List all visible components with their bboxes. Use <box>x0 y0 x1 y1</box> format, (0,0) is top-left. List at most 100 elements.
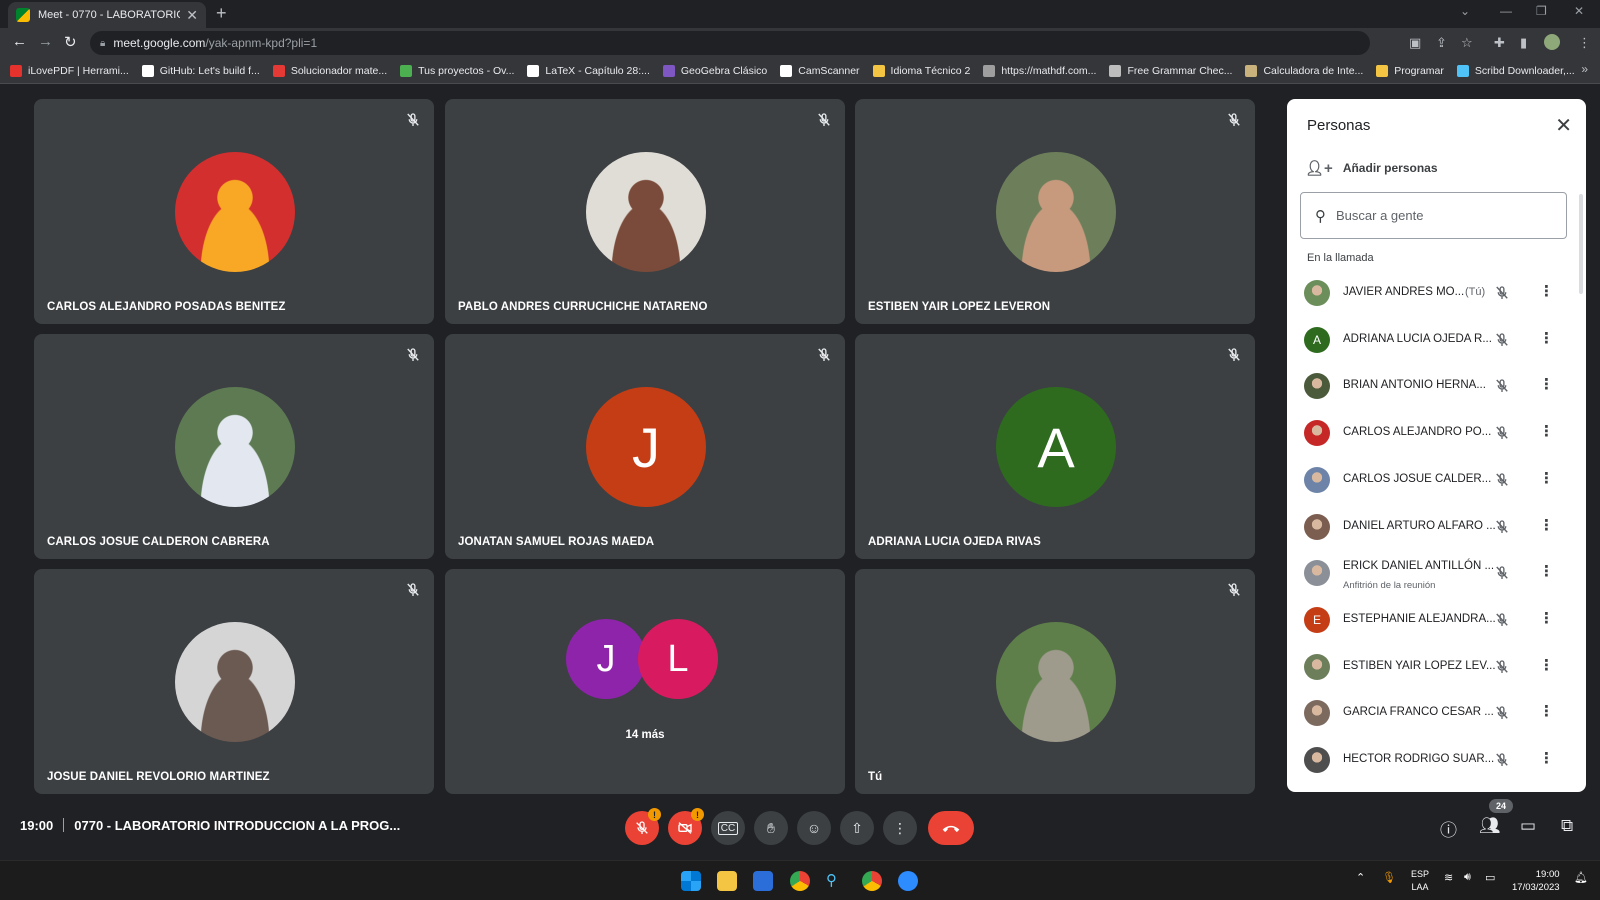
present-button[interactable]: ⇧ <box>840 811 874 845</box>
participant-options-icon[interactable]: ⋮ <box>1539 609 1554 627</box>
participant-tile[interactable]: Tú <box>855 569 1255 794</box>
chevron-down-icon[interactable]: ⌄ <box>1460 4 1470 18</box>
participant-mute-status[interactable] <box>1493 704 1511 722</box>
search-people-input[interactable]: ⚲ Buscar a gente <box>1300 192 1567 239</box>
activities-icon[interactable]: ⧉ <box>1561 816 1573 836</box>
raise-hand-button[interactable]: ✋︎ <box>754 811 788 845</box>
participant-tile[interactable]: CARLOS JOSUE CALDERON CABRERA <box>34 334 434 559</box>
participant-options-icon[interactable]: ⋮ <box>1539 375 1554 393</box>
participant-tile[interactable]: PABLO ANDRES CURRUCHICHE NATARENO <box>445 99 845 324</box>
bookmark-item[interactable]: GitHub: Let's build f... <box>141 64 260 77</box>
bookmark-item[interactable]: Tus proyectos - Ov... <box>400 64 514 77</box>
bookmarks-overflow-icon[interactable]: » <box>1581 62 1588 76</box>
bookmark-item[interactable]: Free Grammar Chec... <box>1109 64 1232 77</box>
overflow-participants-tile[interactable]: J L 14 más <box>445 569 845 794</box>
bookmark-item[interactable]: LaTeX - Capítulo 28:... <box>527 64 650 77</box>
bookmark-item[interactable]: https://mathdf.com... <box>983 64 1096 77</box>
camera-blocked-icon[interactable]: ▣ <box>1409 35 1421 51</box>
participant-options-icon[interactable]: ⋮ <box>1539 749 1554 767</box>
address-bar[interactable]: 🔒︎ meet.google.com/yak-apnm-kpd?pli=1 <box>90 31 1370 55</box>
back-icon[interactable]: ← <box>12 33 27 50</box>
side-panel-icon[interactable]: ▮ <box>1520 35 1527 51</box>
participant-mute-status[interactable] <box>1493 471 1511 489</box>
participant-tile[interactable]: ESTIBEN YAIR LOPEZ LEVERON <box>855 99 1255 324</box>
battery-icon[interactable]: ▭ <box>1485 871 1495 884</box>
input-language[interactable]: ESP LAA <box>1411 868 1429 894</box>
participant-row[interactable]: BRIAN ANTONIO HERNA... ⋮ <box>1287 364 1577 410</box>
participant-row[interactable]: JAVIER ANDRES MO... (Tú) ⋮ <box>1287 271 1577 317</box>
minimize-icon[interactable]: — <box>1500 4 1512 18</box>
participant-mute-status[interactable] <box>1493 284 1511 302</box>
new-tab-icon[interactable]: + <box>216 3 227 24</box>
chrome-icon[interactable] <box>790 871 810 891</box>
browser-tab-meet[interactable]: Meet - 0770 - LABORATORIO INT ✕ <box>8 2 206 28</box>
zoom-icon[interactable] <box>898 871 918 891</box>
participant-options-icon[interactable]: ⋮ <box>1539 702 1554 720</box>
system-clock[interactable]: 19:00 17/03/2023 <box>1512 868 1560 894</box>
participant-options-icon[interactable]: ⋮ <box>1539 329 1554 347</box>
captions-button[interactable]: CC <box>711 811 745 845</box>
bookmark-item[interactable]: iLovePDF | Herrami... <box>10 64 129 77</box>
bookmark-item[interactable]: CamScanner <box>780 64 860 77</box>
participant-mute-status[interactable] <box>1493 658 1511 676</box>
people-icon[interactable]: 👥︎ <box>1479 816 1501 836</box>
mic-tray-icon[interactable]: 🎙︎ <box>1382 871 1396 884</box>
start-icon[interactable] <box>681 871 701 891</box>
add-people-button[interactable]: 👤︎+ Añadir personas <box>1305 159 1438 177</box>
participant-mute-status[interactable] <box>1493 377 1511 395</box>
chevron-up-icon[interactable]: ⌃ <box>1356 871 1365 884</box>
more-options-button[interactable]: ⋮ <box>883 811 917 845</box>
extensions-icon[interactable]: ✚ <box>1494 35 1505 51</box>
bookmark-item[interactable]: Calculadora de Inte... <box>1245 64 1363 77</box>
search-taskbar-icon[interactable]: ⚲ <box>826 871 846 891</box>
participant-mute-status[interactable] <box>1493 611 1511 629</box>
close-panel-icon[interactable]: ✕ <box>1555 113 1572 138</box>
participant-row[interactable]: GARCIA FRANCO CESAR ... ⋮ <box>1287 691 1577 737</box>
participant-options-icon[interactable]: ⋮ <box>1539 282 1554 300</box>
participant-mute-status[interactable] <box>1493 424 1511 442</box>
participant-options-icon[interactable]: ⋮ <box>1539 656 1554 674</box>
star-icon[interactable]: ☆ <box>1461 35 1473 51</box>
wifi-icon[interactable]: ≋ <box>1444 871 1453 884</box>
participant-row[interactable]: ESTIBEN YAIR LOPEZ LEV... ⋮ <box>1287 645 1577 691</box>
close-tab-icon[interactable]: ✕ <box>186 7 198 24</box>
profile-avatar[interactable] <box>1544 34 1560 50</box>
participant-row[interactable]: ERICK DANIEL ANTILLÓN ... Anfitrión de la… <box>1287 551 1577 597</box>
bookmark-item[interactable]: Idioma Técnico 2 <box>872 64 970 77</box>
participant-mute-status[interactable] <box>1493 331 1511 349</box>
bookmark-item[interactable]: Programar <box>1376 64 1444 77</box>
lock-icon[interactable]: 🔒︎ <box>100 38 105 49</box>
reactions-button[interactable]: ☺ <box>797 811 831 845</box>
participant-row[interactable]: DANIEL ARTURO ALFARO ... ⋮ <box>1287 505 1577 551</box>
store-icon[interactable] <box>753 871 773 891</box>
participant-row[interactable]: E ESTEPHANIE ALEJANDRA... ⋮ <box>1287 598 1577 644</box>
notifications-icon[interactable]: 🔔︎ <box>1574 871 1588 884</box>
panel-scrollbar[interactable] <box>1579 194 1583 294</box>
close-window-icon[interactable]: ✕ <box>1574 4 1584 18</box>
participant-options-icon[interactable]: ⋮ <box>1539 469 1554 487</box>
bookmark-item[interactable]: Scribd Downloader,... <box>1456 64 1575 77</box>
bookmark-item[interactable]: GeoGebra Clásico <box>662 64 767 77</box>
leave-call-button[interactable] <box>928 811 974 845</box>
participant-options-icon[interactable]: ⋮ <box>1539 516 1554 534</box>
participant-row[interactable]: CARLOS JOSUE CALDER... ⋮ <box>1287 458 1577 504</box>
restore-icon[interactable]: ❐ <box>1536 4 1547 18</box>
bookmark-item[interactable]: Solucionador mate... <box>272 64 387 77</box>
participant-row[interactable]: HECTOR RODRIGO SUAR... ⋮ <box>1287 738 1577 784</box>
file-explorer-icon[interactable] <box>717 871 737 891</box>
participant-row[interactable]: A ADRIANA LUCIA OJEDA R... ⋮ <box>1287 318 1577 364</box>
participant-tile[interactable]: CARLOS ALEJANDRO POSADAS BENITEZ <box>34 99 434 324</box>
chrome-profile-icon[interactable] <box>862 871 882 891</box>
participant-options-icon[interactable]: ⋮ <box>1539 422 1554 440</box>
participant-mute-status[interactable] <box>1493 751 1511 769</box>
meeting-info-icon[interactable]: ⓘ <box>1440 816 1457 841</box>
menu-dots-icon[interactable]: ⋮ <box>1578 35 1591 51</box>
participant-options-icon[interactable]: ⋮ <box>1539 562 1554 580</box>
participant-tile[interactable]: J JONATAN SAMUEL ROJAS MAEDA <box>445 334 845 559</box>
forward-icon[interactable]: → <box>38 33 53 50</box>
reload-icon[interactable]: ↻ <box>64 33 77 51</box>
participant-mute-status[interactable] <box>1493 564 1511 582</box>
participant-row[interactable]: CARLOS ALEJANDRO PO... ⋮ <box>1287 411 1577 457</box>
participant-tile[interactable]: JOSUE DANIEL REVOLORIO MARTINEZ <box>34 569 434 794</box>
volume-icon[interactable]: 🔊︎ <box>1464 871 1471 884</box>
